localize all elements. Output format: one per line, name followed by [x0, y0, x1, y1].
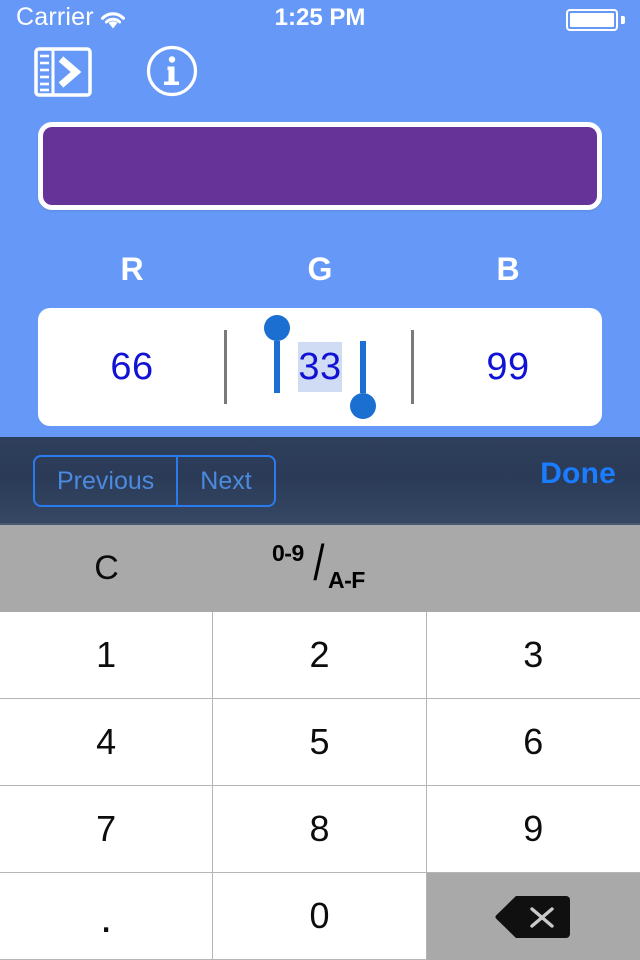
previous-button[interactable]: Previous: [35, 457, 176, 505]
keypad-grid: 1 2 3 4 5 6 7 8 9 . 0: [0, 612, 640, 960]
channel-value-card: 66 33 99: [38, 308, 602, 426]
key-9[interactable]: 9: [426, 786, 640, 873]
key-7[interactable]: 7: [0, 786, 214, 873]
channel-value-r: 66: [110, 345, 154, 388]
backspace-key[interactable]: [426, 873, 640, 960]
key-5[interactable]: 5: [213, 699, 427, 786]
next-button[interactable]: Next: [176, 457, 273, 505]
channel-label-g: G: [307, 251, 333, 287]
channel-value-b: 99: [486, 345, 530, 388]
selection-knob-end[interactable]: [349, 393, 376, 419]
hex-decimal-toggle-key[interactable]: 0-9 / A-F: [213, 525, 427, 612]
channel-labels: R G B: [38, 248, 602, 290]
key-decimal-point[interactable]: .: [0, 873, 214, 960]
mode-toggle-numerator: 0-9: [272, 539, 304, 566]
key-4[interactable]: 4: [0, 699, 214, 786]
key-1[interactable]: 1: [0, 612, 214, 699]
channel-field-r[interactable]: 66: [38, 308, 226, 426]
channel-value-g-wrap: 33: [264, 315, 376, 419]
key-3[interactable]: 3: [426, 612, 640, 699]
key-8[interactable]: 8: [213, 786, 427, 873]
channel-label-r: R: [120, 251, 144, 287]
key-2[interactable]: 2: [213, 612, 427, 699]
keyboard-accessory-bar: Previous Next Done: [0, 437, 640, 525]
color-editor-panel: Carrier 1:25 PM R G B 66 33 99: [0, 0, 640, 437]
done-button[interactable]: Done: [540, 457, 616, 491]
info-circle-icon[interactable]: [146, 45, 198, 97]
status-time-label: 1:25 PM: [274, 4, 366, 31]
backspace-delete-icon: [494, 894, 572, 940]
list-drawer-chevron-icon[interactable]: [34, 47, 92, 97]
battery-tip-icon: [621, 16, 625, 24]
numeric-keyboard: C 0-9 / A-F 1 2 3 4 5 6 7 8 9 . 0: [0, 525, 640, 960]
selection-handle-left[interactable]: [274, 341, 281, 393]
channel-field-b[interactable]: 99: [414, 308, 602, 426]
nav-bar: [0, 42, 640, 100]
keyboard-top-row: C 0-9 / A-F: [0, 525, 640, 612]
prev-next-segmented-control: Previous Next: [33, 455, 276, 507]
status-bar: Carrier 1:25 PM: [0, 0, 640, 38]
battery-full-icon: [566, 9, 618, 31]
mode-toggle-glyph: 0-9 / A-F: [266, 534, 374, 598]
selection-knob-start[interactable]: [264, 315, 291, 341]
mode-toggle-separator: /: [313, 534, 325, 591]
channel-label-b: B: [496, 251, 520, 287]
key-6[interactable]: 6: [426, 699, 640, 786]
key-0[interactable]: 0: [213, 873, 427, 960]
channel-value-g: 33: [298, 345, 342, 388]
field-divider-1: [224, 330, 227, 404]
field-divider-2: [411, 330, 414, 404]
color-swatch[interactable]: [38, 122, 602, 210]
selection-handle-right[interactable]: [359, 341, 366, 393]
app-root: Carrier 1:25 PM R G B 66 33 99 Previous …: [0, 0, 640, 960]
channel-field-g[interactable]: 33: [226, 308, 414, 426]
clear-key[interactable]: C: [0, 525, 213, 612]
mode-toggle-denominator: A-F: [328, 566, 365, 593]
